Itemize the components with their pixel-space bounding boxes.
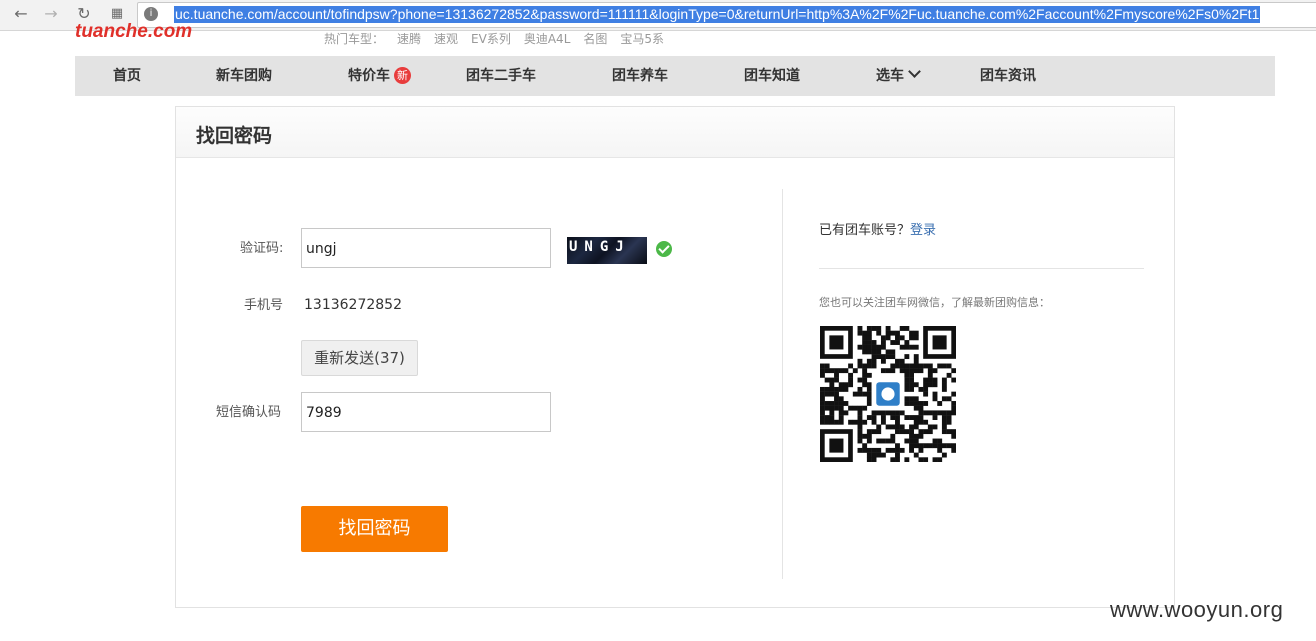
nav-item-label: 选车 (876, 68, 904, 84)
horizontal-divider (819, 268, 1144, 269)
panel-header: 找回密码 (176, 107, 1174, 158)
nav-item-choose-car[interactable]: 选车 (876, 56, 921, 96)
hot-models: 热门车型： 速腾 速观 EV系列 奥迪A4L 名图 宝马5系 (324, 30, 677, 47)
find-password-button[interactable]: 找回密码 (301, 506, 448, 552)
nav-item-news[interactable]: 团车资讯 (980, 56, 1036, 96)
page-title: 找回密码 (196, 125, 273, 147)
login-prompt: 已有团车账号？登录 (819, 219, 936, 238)
forward-arrow-icon[interactable]: → (40, 4, 62, 24)
check-icon (656, 241, 672, 257)
captcha-label: 验证码: (240, 241, 284, 256)
sms-code-label: 短信确认码 (216, 405, 282, 420)
nav-item-label: 特价车 (348, 68, 390, 84)
main-nav: 首页 新车团购 特价车新 团车二手车 团车养车 团车知道 选车 团车资讯 (75, 56, 1275, 96)
site-info-icon[interactable]: i (144, 7, 158, 21)
browser-toolbar: ← → ↻ ▦ i uc.tuanche.com/account/tofindp… (0, 0, 1316, 31)
resend-sms-button[interactable]: 重新发送(37) (301, 340, 418, 376)
phone-label: 手机号 (244, 298, 284, 313)
captcha-image[interactable]: UNGJ (567, 237, 647, 264)
has-account-text: 已有团车账号？ (819, 223, 911, 238)
nav-item-used-car[interactable]: 团车二手车 (466, 56, 536, 96)
back-arrow-icon[interactable]: ← (10, 4, 32, 24)
new-badge: 新 (394, 67, 411, 84)
nav-item-knowledge[interactable]: 团车知道 (744, 56, 800, 96)
hot-model-link[interactable]: 速腾 (397, 32, 421, 46)
vertical-divider (782, 189, 783, 579)
wechat-follow-text: 您也可以关注团车网微信，了解最新团购信息： (819, 296, 1050, 309)
find-password-panel: 找回密码 验证码: ungj UNGJ 手机号 13136272852 重新发送… (175, 106, 1175, 608)
nav-item-special-price[interactable]: 特价车新 (348, 56, 411, 96)
sms-code-input[interactable]: 7989 (301, 392, 551, 432)
nav-item-new-car-group[interactable]: 新车团购 (216, 56, 272, 96)
watermark: www.wooyun.org (1110, 597, 1284, 622)
url-text[interactable]: uc.tuanche.com/account/tofindpsw?phone=1… (174, 6, 1261, 23)
hot-models-label: 热门车型： (324, 32, 385, 46)
hot-model-link[interactable]: 宝马5系 (620, 32, 664, 46)
login-link[interactable]: 登录 (910, 223, 936, 238)
hot-model-link[interactable]: 奥迪A4L (524, 32, 571, 46)
hot-model-link[interactable]: 名图 (583, 32, 607, 46)
nav-item-home[interactable]: 首页 (113, 56, 141, 96)
site-logo[interactable]: tuanche.com (75, 22, 192, 42)
hot-model-link[interactable]: EV系列 (471, 32, 511, 46)
hot-model-link[interactable]: 速观 (434, 32, 458, 46)
wechat-qr-code-image (820, 326, 956, 462)
captcha-input[interactable]: ungj (301, 228, 551, 268)
nav-item-car-care[interactable]: 团车养车 (612, 56, 668, 96)
address-bar[interactable]: i uc.tuanche.com/account/tofindpsw?phone… (137, 2, 1316, 28)
chevron-down-icon (908, 65, 921, 78)
phone-value: 13136272852 (304, 297, 402, 313)
